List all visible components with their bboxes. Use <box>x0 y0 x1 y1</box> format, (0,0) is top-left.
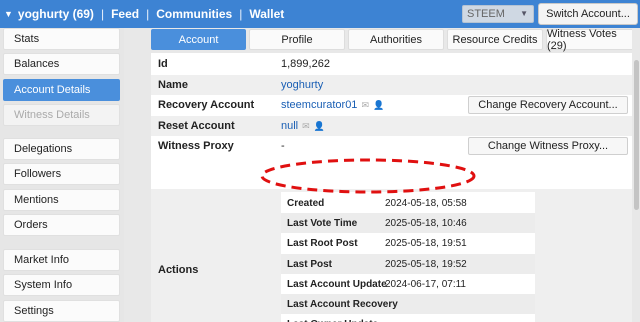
table-row: Last Account Recovery - <box>281 294 535 314</box>
action-key: Last Owner Update <box>287 319 378 322</box>
tab-profile[interactable]: Profile <box>249 29 345 50</box>
tab-authorities[interactable]: Authorities <box>348 29 444 50</box>
sidebar-item-stats[interactable]: Stats <box>3 28 120 50</box>
action-value: 2025-05-18, 19:52 <box>385 258 467 270</box>
tab-bar: Account Profile Authorities Resource Cre… <box>151 28 640 52</box>
nav-communities[interactable]: Communities <box>156 7 232 21</box>
nav-wallet[interactable]: Wallet <box>249 7 284 21</box>
highlight-annotation <box>260 158 476 194</box>
tab-account[interactable]: Account <box>151 29 246 50</box>
sidebar-item-system-info[interactable]: System Info <box>3 274 120 296</box>
chevron-down-icon: ▼ <box>520 9 528 18</box>
nav-separator: | <box>146 7 150 21</box>
sidebar-item-followers[interactable]: Followers <box>3 163 120 185</box>
row-name: Name yoghurty <box>151 75 632 95</box>
reset-account-label: Reset Account <box>158 120 235 132</box>
change-recovery-account-button[interactable]: Change Recovery Account... <box>468 96 628 114</box>
table-row: Last Post 2025-05-18, 19:52 <box>281 254 535 274</box>
mail-icon[interactable]: ✉ <box>361 100 369 111</box>
table-row: Last Account Update 2024-06-17, 07:11 <box>281 274 535 294</box>
row-recovery-account: Recovery Account steemcurator01 ✉ 👤 Chan… <box>151 95 632 115</box>
table-row: Last Owner Update - <box>281 314 535 322</box>
action-key: Created <box>287 197 325 209</box>
id-label: Id <box>158 58 168 70</box>
recovery-account-link[interactable]: steemcurator01 <box>281 99 357 111</box>
action-value: 2024-06-17, 07:11 <box>385 278 466 290</box>
row-reset-account: Reset Account null ✉ 👤 <box>151 116 632 136</box>
witness-proxy-label: Witness Proxy <box>158 140 234 152</box>
top-nav: ▼ yoghurty (69) | Feed | Communities | W… <box>0 7 284 21</box>
sidebar-item-witness-details: Witness Details <box>3 104 120 126</box>
chain-select[interactable]: STEEM ▼ <box>462 5 534 23</box>
row-id: Id 1,899,262 <box>151 54 632 74</box>
sidebar-item-account-details[interactable]: Account Details <box>3 79 120 101</box>
nav-feed[interactable]: Feed <box>111 7 139 21</box>
change-witness-proxy-button[interactable]: Change Witness Proxy... <box>468 137 628 155</box>
sidebar-item-orders[interactable]: Orders <box>3 214 120 236</box>
action-value: 2025-05-18, 19:51 <box>385 237 467 249</box>
action-value: - <box>385 319 388 322</box>
tab-resource-credits[interactable]: Resource Credits <box>447 29 543 50</box>
action-key: Last Root Post <box>287 237 358 249</box>
sidebar: Stats Balances Account Details Witness D… <box>0 28 124 322</box>
reset-account-value: null ✉ 👤 <box>281 120 325 132</box>
name-link[interactable]: yoghurty <box>281 79 323 91</box>
action-value: - <box>385 298 389 310</box>
action-key: Last Account Update <box>287 278 387 290</box>
action-key: Last Account Recovery <box>287 298 398 310</box>
caret-down-icon[interactable]: ▼ <box>4 9 13 19</box>
sidebar-item-mentions[interactable]: Mentions <box>3 189 120 211</box>
nav-separator: | <box>100 7 105 21</box>
nav-separator: | <box>239 7 243 21</box>
user-icon[interactable]: 👤 <box>314 121 325 132</box>
switch-account-button[interactable]: Switch Account... <box>538 3 638 25</box>
sidebar-item-balances[interactable]: Balances <box>3 53 120 75</box>
action-value: 2025-05-18, 10:46 <box>385 217 467 229</box>
sidebar-item-settings[interactable]: Settings <box>3 300 120 322</box>
table-row: Last Vote Time 2025-05-18, 10:46 <box>281 213 535 233</box>
recovery-account-value: steemcurator01 ✉ 👤 <box>281 99 384 111</box>
action-key: Last Vote Time <box>287 217 358 229</box>
witness-proxy-value: - <box>281 140 285 152</box>
action-value: 2024-05-18, 05:58 <box>385 197 467 209</box>
name-label: Name <box>158 79 188 91</box>
actions-label: Actions <box>158 264 199 276</box>
scrollbar-thumb[interactable] <box>634 60 639 210</box>
user-menu[interactable]: yoghurty (69) <box>18 7 94 21</box>
actions-table: Created 2024-05-18, 05:58 Last Vote Time… <box>281 192 535 322</box>
action-key: Last Post <box>287 258 333 270</box>
id-value: 1,899,262 <box>281 58 330 70</box>
tab-witness-votes[interactable]: Witness Votes (29) <box>546 28 638 52</box>
row-actions: Actions Created 2024-05-18, 05:58 Last V… <box>151 189 632 322</box>
table-row: Last Root Post 2025-05-18, 19:51 <box>281 233 535 253</box>
recovery-account-label: Recovery Account <box>158 99 255 111</box>
row-witness-proxy: Witness Proxy - Change Witness Proxy... <box>151 136 632 156</box>
sidebar-item-market-info[interactable]: Market Info <box>3 249 120 271</box>
chain-select-value: STEEM <box>467 8 505 20</box>
top-bar: ▼ yoghurty (69) | Feed | Communities | W… <box>0 0 640 28</box>
table-row: Created 2024-05-18, 05:58 <box>281 193 535 213</box>
sidebar-item-delegations[interactable]: Delegations <box>3 138 120 160</box>
reset-account-link[interactable]: null <box>281 120 298 132</box>
mail-icon[interactable]: ✉ <box>302 121 310 132</box>
user-icon[interactable]: 👤 <box>373 100 384 111</box>
